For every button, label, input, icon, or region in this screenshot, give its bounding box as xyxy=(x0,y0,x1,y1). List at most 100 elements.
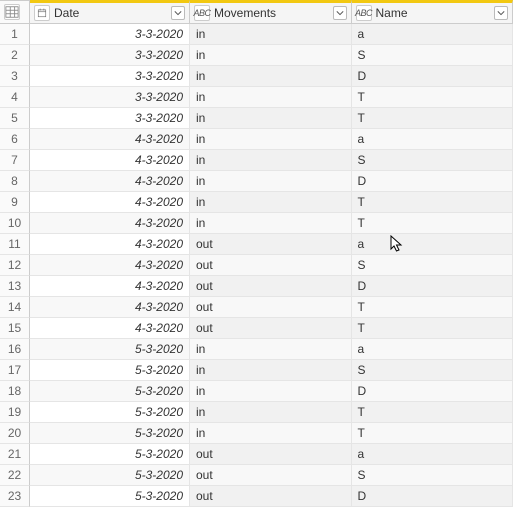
table-row[interactable]: 104-3-2020inT xyxy=(0,213,513,234)
row-number-cell[interactable]: 12 xyxy=(0,255,30,276)
row-number-cell[interactable]: 4 xyxy=(0,87,30,108)
cell-name[interactable]: T xyxy=(352,213,513,234)
cell-movements[interactable]: out xyxy=(190,318,352,339)
cell-movements[interactable]: in xyxy=(190,87,352,108)
table-row[interactable]: 43-3-2020inT xyxy=(0,87,513,108)
table-row[interactable]: 53-3-2020inT xyxy=(0,108,513,129)
column-filter-movements[interactable] xyxy=(333,6,347,20)
cell-date[interactable]: 5-3-2020 xyxy=(30,465,190,486)
row-number-cell[interactable]: 6 xyxy=(0,129,30,150)
row-number-cell[interactable]: 1 xyxy=(0,24,30,45)
row-number-cell[interactable]: 9 xyxy=(0,192,30,213)
table-row[interactable]: 84-3-2020inD xyxy=(0,171,513,192)
row-number-cell[interactable]: 17 xyxy=(0,360,30,381)
row-number-cell[interactable]: 14 xyxy=(0,297,30,318)
cell-name[interactable]: T xyxy=(352,297,513,318)
cell-name[interactable]: T xyxy=(352,402,513,423)
cell-name[interactable]: a xyxy=(352,339,513,360)
cell-movements[interactable]: out xyxy=(190,276,352,297)
row-number-cell[interactable]: 11 xyxy=(0,234,30,255)
cell-date[interactable]: 4-3-2020 xyxy=(30,171,190,192)
cell-movements[interactable]: in xyxy=(190,192,352,213)
column-filter-date[interactable] xyxy=(171,6,185,20)
cell-movements[interactable]: out xyxy=(190,297,352,318)
row-number-cell[interactable]: 10 xyxy=(0,213,30,234)
row-number-header[interactable] xyxy=(0,0,30,24)
cell-date[interactable]: 4-3-2020 xyxy=(30,129,190,150)
row-number-cell[interactable]: 19 xyxy=(0,402,30,423)
cell-date[interactable]: 4-3-2020 xyxy=(30,297,190,318)
cell-name[interactable]: T xyxy=(352,318,513,339)
row-number-cell[interactable]: 13 xyxy=(0,276,30,297)
cell-name[interactable]: a xyxy=(352,234,513,255)
cell-movements[interactable]: in xyxy=(190,171,352,192)
cell-date[interactable]: 3-3-2020 xyxy=(30,66,190,87)
row-number-cell[interactable]: 5 xyxy=(0,108,30,129)
cell-movements[interactable]: in xyxy=(190,381,352,402)
cell-movements[interactable]: in xyxy=(190,66,352,87)
cell-name[interactable]: T xyxy=(352,423,513,444)
cell-date[interactable]: 5-3-2020 xyxy=(30,444,190,465)
row-number-cell[interactable]: 22 xyxy=(0,465,30,486)
cell-movements[interactable]: in xyxy=(190,45,352,66)
table-row[interactable]: 94-3-2020inT xyxy=(0,192,513,213)
cell-name[interactable]: a xyxy=(352,444,513,465)
table-row[interactable]: 74-3-2020inS xyxy=(0,150,513,171)
table-row[interactable]: 195-3-2020inT xyxy=(0,402,513,423)
cell-date[interactable]: 4-3-2020 xyxy=(30,192,190,213)
table-row[interactable]: 124-3-2020outS xyxy=(0,255,513,276)
row-number-cell[interactable]: 23 xyxy=(0,486,30,507)
row-number-cell[interactable]: 15 xyxy=(0,318,30,339)
cell-date[interactable]: 5-3-2020 xyxy=(30,339,190,360)
cell-date[interactable]: 5-3-2020 xyxy=(30,423,190,444)
cell-name[interactable]: T xyxy=(352,87,513,108)
cell-name[interactable]: S xyxy=(352,150,513,171)
cell-date[interactable]: 4-3-2020 xyxy=(30,213,190,234)
cell-name[interactable]: D xyxy=(352,66,513,87)
table-row[interactable]: 175-3-2020inS xyxy=(0,360,513,381)
cell-name[interactable]: S xyxy=(352,255,513,276)
cell-date[interactable]: 4-3-2020 xyxy=(30,234,190,255)
row-number-cell[interactable]: 18 xyxy=(0,381,30,402)
table-row[interactable]: 225-3-2020outS xyxy=(0,465,513,486)
row-number-cell[interactable]: 20 xyxy=(0,423,30,444)
column-header-movements[interactable]: ABC Movements xyxy=(190,0,352,24)
cell-date[interactable]: 4-3-2020 xyxy=(30,150,190,171)
cell-movements[interactable]: in xyxy=(190,108,352,129)
cell-date[interactable]: 3-3-2020 xyxy=(30,108,190,129)
table-row[interactable]: 235-3-2020outD xyxy=(0,486,513,507)
cell-name[interactable]: S xyxy=(352,360,513,381)
cell-movements[interactable]: in xyxy=(190,24,352,45)
cell-name[interactable]: S xyxy=(352,45,513,66)
cell-name[interactable]: D xyxy=(352,276,513,297)
cell-movements[interactable]: in xyxy=(190,129,352,150)
table-row[interactable]: 33-3-2020inD xyxy=(0,66,513,87)
table-row[interactable]: 185-3-2020inD xyxy=(0,381,513,402)
table-row[interactable]: 114-3-2020outa xyxy=(0,234,513,255)
cell-name[interactable]: D xyxy=(352,381,513,402)
cell-name[interactable]: D xyxy=(352,171,513,192)
cell-movements[interactable]: in xyxy=(190,360,352,381)
cell-date[interactable]: 5-3-2020 xyxy=(30,360,190,381)
cell-date[interactable]: 4-3-2020 xyxy=(30,318,190,339)
cell-date[interactable]: 5-3-2020 xyxy=(30,402,190,423)
cell-movements[interactable]: in xyxy=(190,423,352,444)
cell-movements[interactable]: out xyxy=(190,444,352,465)
cell-movements[interactable]: out xyxy=(190,255,352,276)
table-row[interactable]: 205-3-2020inT xyxy=(0,423,513,444)
row-number-cell[interactable]: 7 xyxy=(0,150,30,171)
cell-movements[interactable]: out xyxy=(190,486,352,507)
cell-date[interactable]: 4-3-2020 xyxy=(30,276,190,297)
cell-movements[interactable]: out xyxy=(190,234,352,255)
cell-date[interactable]: 3-3-2020 xyxy=(30,87,190,108)
cell-name[interactable]: a xyxy=(352,24,513,45)
row-number-cell[interactable]: 2 xyxy=(0,45,30,66)
cell-movements[interactable]: in xyxy=(190,213,352,234)
row-number-cell[interactable]: 16 xyxy=(0,339,30,360)
cell-movements[interactable]: in xyxy=(190,339,352,360)
cell-date[interactable]: 5-3-2020 xyxy=(30,486,190,507)
table-row[interactable]: 165-3-2020ina xyxy=(0,339,513,360)
cell-name[interactable]: T xyxy=(352,108,513,129)
table-row[interactable]: 64-3-2020ina xyxy=(0,129,513,150)
row-number-cell[interactable]: 3 xyxy=(0,66,30,87)
